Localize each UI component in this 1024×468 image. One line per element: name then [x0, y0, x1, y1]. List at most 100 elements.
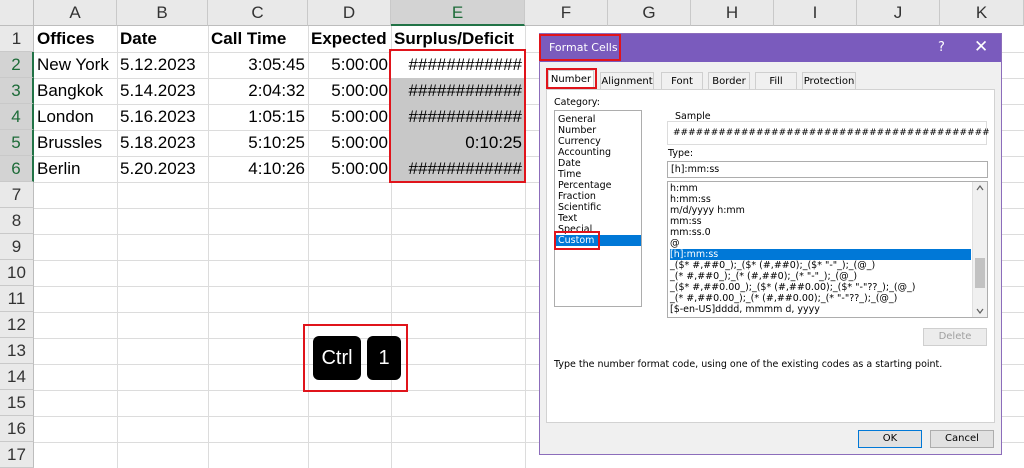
ok-button[interactable]: OK: [858, 430, 922, 448]
category-item[interactable]: Accounting: [558, 147, 640, 158]
category-item[interactable]: Time: [558, 169, 640, 180]
title-highlight: [539, 34, 621, 61]
category-item[interactable]: Currency: [558, 136, 640, 147]
row-header[interactable]: 2: [0, 52, 34, 78]
cell-header-expected[interactable]: Expected: [308, 26, 391, 52]
type-list-item[interactable]: _(* #,##0.00_);_(* (#,##0.00);_(* "-"??_…: [670, 293, 971, 304]
cell-header-date[interactable]: Date: [117, 26, 208, 52]
row-header[interactable]: 14: [0, 364, 34, 390]
row-header[interactable]: 7: [0, 182, 34, 208]
select-all-corner[interactable]: [0, 0, 34, 26]
category-item[interactable]: Number: [558, 125, 640, 136]
category-item[interactable]: Fraction: [558, 191, 640, 202]
column-header-g[interactable]: G: [608, 0, 691, 26]
tab-fill[interactable]: Fill: [755, 72, 797, 89]
type-input[interactable]: [h]:mm:ss: [667, 161, 988, 178]
cell-expected[interactable]: 5:00:00: [308, 130, 391, 156]
cell-office[interactable]: Bangkok: [34, 78, 117, 104]
tab-protection[interactable]: Protection: [802, 72, 856, 89]
number-tab-highlight: [546, 68, 597, 89]
row-header[interactable]: 17: [0, 442, 34, 468]
cell-call-time[interactable]: 5:10:25: [208, 130, 308, 156]
cell-office[interactable]: New York: [34, 52, 117, 78]
column-header-e[interactable]: E: [391, 0, 525, 26]
type-list-item[interactable]: mm:ss.0: [670, 227, 971, 238]
category-item[interactable]: Percentage: [558, 180, 640, 191]
cell-date[interactable]: 5.18.2023: [117, 130, 208, 156]
format-cells-dialog: Format Cells ? ✕ Number Alignment Font B…: [539, 33, 1002, 455]
column-header-i[interactable]: I: [774, 0, 857, 26]
cell-date[interactable]: 5.14.2023: [117, 78, 208, 104]
column-header-b[interactable]: B: [117, 0, 208, 26]
column-header-d[interactable]: D: [308, 0, 391, 26]
cell-header-offices[interactable]: Offices: [34, 26, 117, 52]
cell-office[interactable]: Brussles: [34, 130, 117, 156]
cell-call-time[interactable]: 2:04:32: [208, 78, 308, 104]
cell-office[interactable]: London: [34, 104, 117, 130]
tab-alignment[interactable]: Alignment: [600, 72, 654, 89]
row-header[interactable]: 8: [0, 208, 34, 234]
category-item[interactable]: Scientific: [558, 202, 640, 213]
row-header[interactable]: 9: [0, 234, 34, 260]
tab-font[interactable]: Font: [661, 72, 703, 89]
type-list-item[interactable]: _(* #,##0_);_(* (#,##0);_(* "-"_);_(@_): [670, 271, 971, 282]
row-header[interactable]: 12: [0, 312, 34, 338]
row-header[interactable]: 16: [0, 416, 34, 442]
type-list-item[interactable]: mm:ss: [670, 216, 971, 227]
help-icon[interactable]: ?: [938, 40, 945, 55]
row-header[interactable]: 15: [0, 390, 34, 416]
tab-border[interactable]: Border: [708, 72, 750, 89]
type-list[interactable]: h:mm h:mm:ss m/d/yyyy h:mm mm:ss mm:ss.0…: [667, 181, 988, 318]
surplus-range-highlight: [389, 49, 526, 183]
delete-button[interactable]: Delete: [923, 328, 987, 346]
type-list-scrollbar[interactable]: [972, 182, 987, 317]
cell-expected[interactable]: 5:00:00: [308, 78, 391, 104]
row-header[interactable]: 6: [0, 156, 34, 182]
sample-box: ########################################…: [667, 121, 990, 145]
type-list-item[interactable]: [$-en-US]dddd, mmmm d, yyyy: [670, 304, 971, 315]
row-header[interactable]: 11: [0, 286, 34, 312]
category-item[interactable]: Text: [558, 213, 640, 224]
cell-expected[interactable]: 5:00:00: [308, 104, 391, 130]
type-list-item[interactable]: _($* #,##0_);_($* (#,##0);_($* "-"_);_(@…: [670, 260, 971, 271]
column-header-c[interactable]: C: [208, 0, 308, 26]
column-header-a[interactable]: A: [34, 0, 117, 26]
category-item[interactable]: Date: [558, 158, 640, 169]
sample-value: ########################################…: [673, 128, 990, 138]
column-header-f[interactable]: F: [525, 0, 608, 26]
row-header[interactable]: 3: [0, 78, 34, 104]
cell-call-time[interactable]: 3:05:45: [208, 52, 308, 78]
column-header-k[interactable]: K: [940, 0, 1024, 26]
category-list[interactable]: General Number Currency Accounting Date …: [554, 110, 642, 307]
cell-date[interactable]: 5.20.2023: [117, 156, 208, 182]
category-item[interactable]: General: [558, 114, 640, 125]
row-header[interactable]: 5: [0, 130, 34, 156]
cell-office[interactable]: Berlin: [34, 156, 117, 182]
cell-expected[interactable]: 5:00:00: [308, 156, 391, 182]
custom-category-highlight: [554, 231, 600, 250]
type-list-item[interactable]: @: [670, 238, 971, 249]
cancel-button[interactable]: Cancel: [930, 430, 994, 448]
row-header[interactable]: 13: [0, 338, 34, 364]
column-header-j[interactable]: J: [857, 0, 940, 26]
column-header-h[interactable]: H: [691, 0, 774, 26]
cell-call-time[interactable]: 4:10:26: [208, 156, 308, 182]
type-label: Type:: [668, 148, 694, 159]
close-icon[interactable]: ✕: [974, 37, 988, 57]
type-list-item[interactable]: h:mm:ss: [670, 194, 971, 205]
row-header[interactable]: 1: [0, 26, 34, 52]
row-header[interactable]: 10: [0, 260, 34, 286]
type-list-item[interactable]: m/d/yyyy h:mm: [670, 205, 971, 216]
row-header[interactable]: 4: [0, 104, 34, 130]
cell-call-time[interactable]: 1:05:15: [208, 104, 308, 130]
cell-date[interactable]: 5.16.2023: [117, 104, 208, 130]
one-key: 1: [367, 336, 401, 380]
type-list-item-selected[interactable]: [h]:mm:ss: [670, 249, 971, 260]
type-list-item[interactable]: _($* #,##0.00_);_($* (#,##0.00);_($* "-"…: [670, 282, 971, 293]
cell-header-call-time[interactable]: Call Time: [208, 26, 308, 52]
scrollbar-arrows: [975, 185, 985, 314]
type-list-item[interactable]: h:mm: [670, 183, 971, 194]
cell-expected[interactable]: 5:00:00: [308, 52, 391, 78]
format-hint: Type the number format code, using one o…: [554, 359, 943, 370]
cell-date[interactable]: 5.12.2023: [117, 52, 208, 78]
